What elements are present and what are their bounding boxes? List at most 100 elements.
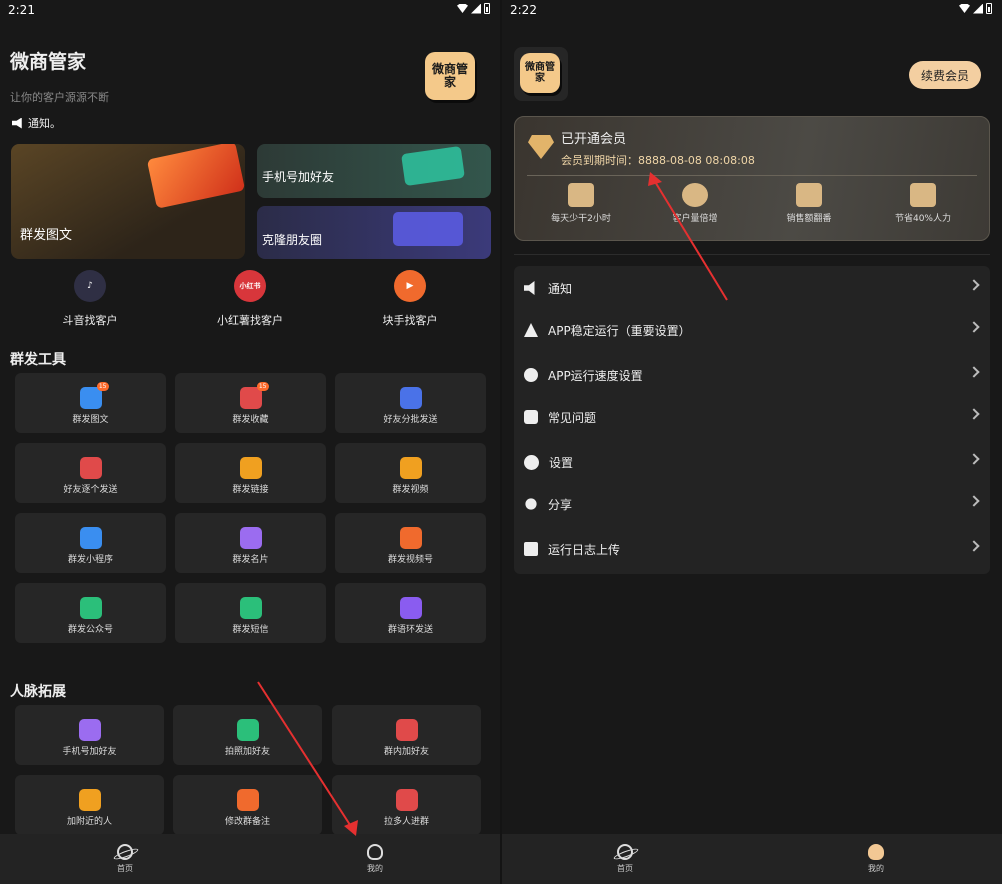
app-subtitle: 让你的客户源源不断: [10, 91, 109, 104]
divider: [527, 175, 977, 176]
tool-tile[interactable]: 群发链接: [175, 443, 326, 503]
network-icon: [395, 719, 418, 741]
network-tile[interactable]: 拍照加好友: [173, 705, 322, 765]
tool-tile[interactable]: 群发视频: [335, 443, 486, 503]
nav-mine[interactable]: 我的: [846, 844, 906, 874]
nav-home[interactable]: 首页: [95, 844, 155, 874]
tool-tile[interactable]: 15 群发图文: [15, 373, 166, 433]
status-bar: 2:22: [502, 0, 1002, 22]
tool-tile[interactable]: 15 群发收藏: [175, 373, 326, 433]
nav-mine[interactable]: 我的: [345, 844, 405, 874]
network-label: 拉多人进群: [383, 817, 429, 827]
avatar[interactable]: 微商管家: [514, 47, 568, 101]
bottom-nav: 首页 我的: [502, 834, 1002, 884]
banner-label: 群发图文: [20, 228, 73, 243]
app-logo: 微商管家: [520, 53, 560, 93]
banner-clone-moments[interactable]: 克隆朋友圈: [257, 206, 491, 259]
tool-tile[interactable]: 群发名片: [175, 513, 326, 573]
section-title-network: 人脉拓展: [10, 684, 66, 700]
nav-home[interactable]: 首页: [595, 844, 655, 874]
tool-label: 群发视频号: [387, 555, 433, 565]
quick-label: 块手找客户: [382, 314, 438, 327]
tool-label: 群发小程序: [67, 555, 113, 565]
quick-tiktok[interactable]: ♪ 斗音找客户: [40, 270, 140, 328]
tool-tile[interactable]: 群发视频号: [335, 513, 486, 573]
tool-tile[interactable]: 好友分批发送: [335, 373, 486, 433]
document-icon: [910, 183, 936, 207]
network-tile[interactable]: 手机号加好友: [15, 705, 164, 765]
banner-label: 克隆朋友圈: [262, 233, 323, 247]
planet-icon: [617, 844, 633, 860]
perk-item: 销售额翻番: [759, 183, 859, 224]
network-tile[interactable]: 修改群备注: [173, 775, 322, 835]
banner-phone-add-friend[interactable]: 手机号加好友: [257, 144, 491, 198]
profile-icon: [367, 844, 383, 860]
app-title: 微商管家: [10, 51, 87, 73]
network-tile[interactable]: 群内加好友: [332, 705, 481, 765]
settings-menu: 通知 APP稳定运行（重要设置） APP运行速度设置 常见问题 设置 分享 运行…: [514, 266, 990, 574]
tool-icon: 15: [239, 382, 269, 409]
tool-tile[interactable]: 好友逐个发送: [15, 443, 166, 503]
menu-item-stable-run[interactable]: APP稳定运行（重要设置）: [514, 308, 990, 352]
chevron-right-icon: [968, 408, 980, 420]
speaker-icon: [524, 281, 535, 295]
tool-tile[interactable]: 群发公众号: [15, 583, 166, 643]
network-tile[interactable]: 拉多人进群: [332, 775, 481, 835]
network-tile[interactable]: 加附近的人: [15, 775, 164, 835]
tool-icon: [79, 457, 102, 479]
tool-tile[interactable]: 群发短信: [175, 583, 326, 643]
tool-tile[interactable]: 群语环发送: [335, 583, 486, 643]
menu-item-settings[interactable]: 设置: [514, 440, 990, 484]
chevron-right-icon: [968, 540, 980, 552]
tool-icon: [399, 387, 422, 409]
menu-item-faq[interactable]: 常见问题: [514, 395, 990, 439]
network-icon: [78, 789, 101, 811]
perk-item: 客户量倍增: [645, 183, 745, 224]
network-label: 手机号加好友: [62, 747, 117, 757]
tool-tile[interactable]: 群发小程序: [15, 513, 166, 573]
speedometer-icon: [524, 368, 538, 382]
tool-label: 群发名片: [232, 555, 269, 565]
network-icon: [395, 789, 418, 811]
profile-icon: [868, 844, 884, 860]
phone-art: [401, 145, 465, 187]
menu-label: 通知: [548, 281, 573, 296]
nav-label: 首页: [117, 864, 133, 873]
count-badge: 15: [256, 382, 269, 391]
signal-icon: [973, 3, 983, 14]
battery-icon: [484, 3, 490, 14]
planet-icon: [117, 844, 133, 860]
tool-icon: [239, 527, 262, 549]
kuaishou-icon: ▶: [394, 270, 426, 302]
menu-item-share[interactable]: 分享: [514, 482, 990, 526]
menu-item-notice[interactable]: 通知: [514, 266, 990, 310]
quick-kuaishou[interactable]: ▶ 块手找客户: [360, 270, 460, 328]
question-icon: [524, 410, 538, 424]
tool-label: 好友分批发送: [383, 415, 438, 425]
gear-icon: [524, 454, 539, 470]
perk-label: 客户量倍增: [672, 214, 718, 224]
quick-label: 小红薯找客户: [217, 314, 283, 327]
network-label: 群内加好友: [383, 747, 429, 757]
menu-label: APP运行速度设置: [548, 368, 643, 383]
menu-item-log-upload[interactable]: 运行日志上传: [514, 527, 990, 571]
tiktok-icon: ♪: [74, 270, 106, 302]
menu-item-speed[interactable]: APP运行速度设置: [514, 353, 990, 397]
banner-group-post[interactable]: 群发图文: [11, 144, 245, 259]
tool-label: 群发图文: [72, 415, 109, 425]
network-label: 加附近的人: [66, 817, 112, 827]
vip-card[interactable]: 已开通会员 会员到期时间：8888-08-08 08:08:08 每天少干2小时…: [514, 116, 990, 241]
quick-label: 斗音找客户: [62, 314, 118, 327]
tool-icon: [239, 457, 262, 479]
speaker-icon: [12, 117, 22, 129]
divider: [514, 254, 990, 255]
quick-xiaohongshu[interactable]: 小红书 小红薯找客户: [200, 270, 300, 328]
renew-button[interactable]: 续费会员: [909, 61, 981, 89]
home-screen: 2:21 微商管家 让你的客户源源不断 通知。 微商管家 群发图文 手机号加好友…: [0, 0, 500, 884]
notice-bar[interactable]: 通知。: [12, 115, 61, 131]
vip-title: 已开通会员: [561, 132, 627, 147]
battery-icon: [986, 3, 992, 14]
chevron-right-icon: [968, 321, 980, 333]
wifi-icon: [959, 4, 970, 13]
nav-label: 我的: [367, 864, 383, 873]
